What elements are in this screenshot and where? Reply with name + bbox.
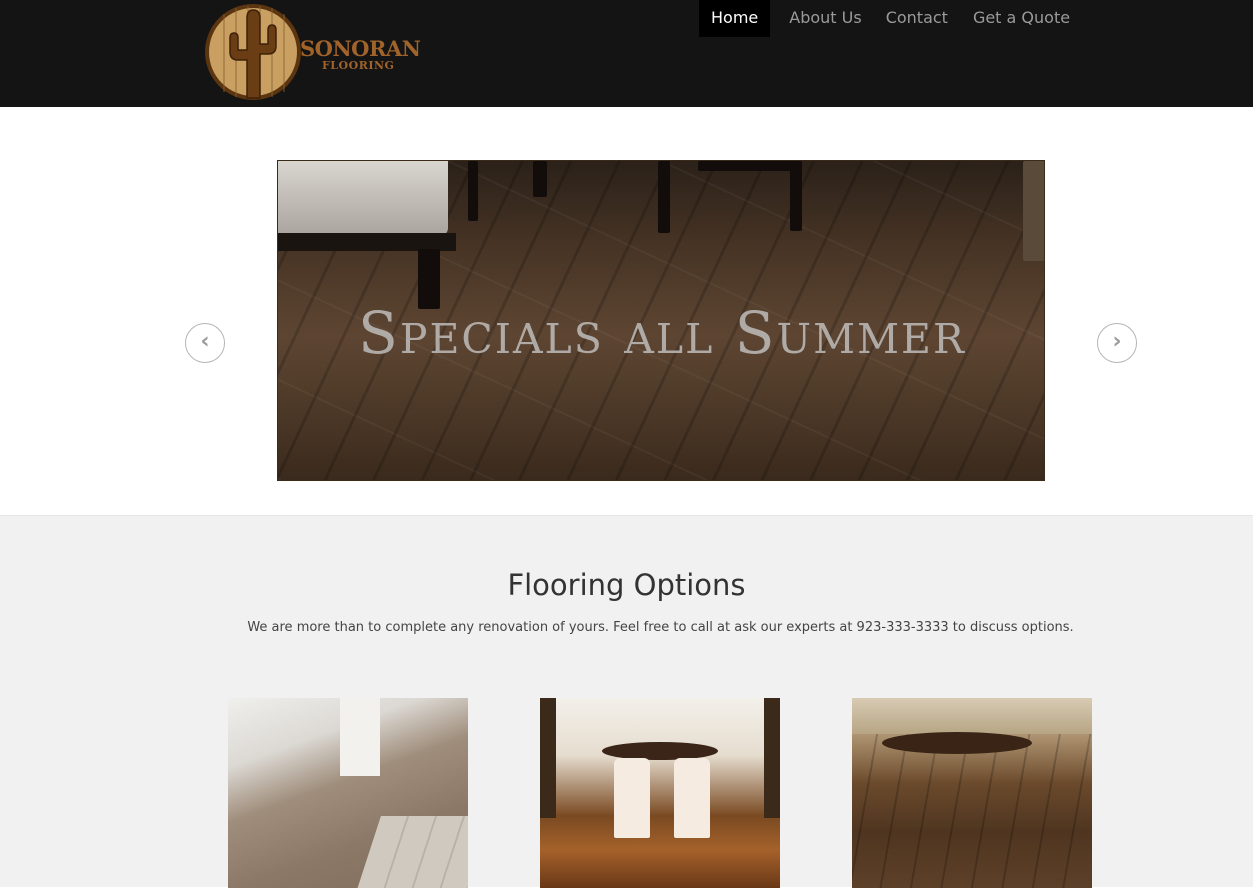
- nav-about-us[interactable]: About Us: [777, 0, 873, 37]
- logo-wordmark: SONORAN FLOORING: [300, 36, 421, 72]
- section-title: Flooring Options: [507, 568, 746, 602]
- nav-home[interactable]: Home: [699, 0, 771, 37]
- slide-furniture-leg: [658, 161, 670, 233]
- carousel-next-button[interactable]: ›: [1097, 323, 1137, 363]
- logo-name: SONORAN: [300, 36, 421, 61]
- site-logo[interactable]: SONORAN FLOORING: [204, 0, 421, 104]
- thumb-sofa: [852, 698, 1092, 734]
- thumb-curtain: [764, 698, 780, 818]
- slide-sofa-image: [278, 161, 448, 236]
- flooring-options-section: Flooring Options We are more than to com…: [0, 515, 1253, 888]
- thumb-curtain: [540, 698, 556, 818]
- thumb-chair: [614, 758, 650, 838]
- slide-furniture-leg: [790, 161, 802, 231]
- nav-get-a-quote[interactable]: Get a Quote: [961, 0, 1082, 37]
- slide-furniture-leg: [698, 161, 798, 171]
- thumb-coffee-table: [882, 732, 1032, 754]
- slide-title: Specials all Summer: [358, 299, 966, 367]
- slide-furniture-leg: [533, 161, 547, 197]
- carousel-prev-button[interactable]: ‹: [185, 323, 225, 363]
- carousel-slide[interactable]: Specials all Summer: [277, 160, 1045, 481]
- slide-furniture-leg: [1023, 161, 1044, 261]
- cactus-logo-icon: [205, 4, 301, 100]
- main-nav: Home About Us Contact Get a Quote: [699, 0, 1082, 37]
- hardwood-image[interactable]: [540, 698, 780, 888]
- thumb-wall: [340, 698, 380, 776]
- thumb-tile-floor: [355, 816, 468, 888]
- section-description: We are more than to complete any renovat…: [247, 620, 1074, 635]
- chevron-right-icon: ›: [1112, 329, 1122, 354]
- carpet-image[interactable]: [228, 698, 468, 888]
- slide-furniture-leg: [468, 161, 478, 221]
- hero-carousel: Specials all Summer ‹ ›: [0, 107, 1253, 515]
- laminate-image[interactable]: [852, 698, 1092, 888]
- site-header: SONORAN FLOORING Home About Us Contact G…: [0, 0, 1253, 107]
- thumb-chair: [674, 758, 710, 838]
- logo-subname: FLOORING: [322, 59, 395, 72]
- chevron-left-icon: ‹: [200, 329, 210, 354]
- nav-contact[interactable]: Contact: [874, 0, 960, 37]
